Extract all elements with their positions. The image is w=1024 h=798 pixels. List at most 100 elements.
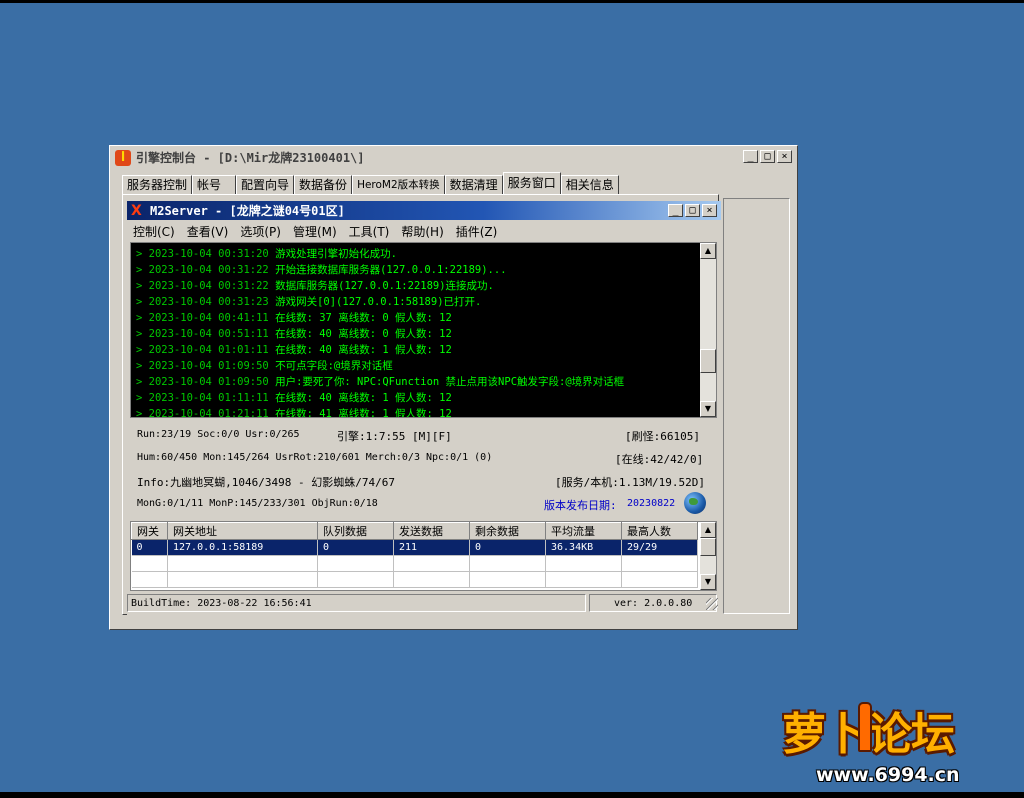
refresh-monster-stat: [刷怪:66105] bbox=[625, 430, 700, 443]
version-panel: ver: 2.0.0.80 bbox=[589, 594, 717, 612]
m2-minimize-button[interactable]: _ bbox=[668, 204, 683, 217]
col-send-data[interactable]: 发送数据 bbox=[393, 522, 470, 540]
buildtime-panel: BuildTime: 2023-08-22 16:56:41 bbox=[127, 594, 586, 612]
log-message: 开始连接数据库服务器(127.0.0.1:22189)... bbox=[275, 264, 507, 276]
minimize-button[interactable]: _ bbox=[743, 150, 758, 163]
col-max-users[interactable]: 最高人数 bbox=[621, 522, 698, 540]
hum-stat: Hum:60/450 Mon:145/264 UsrRot:210/601 Me… bbox=[137, 452, 493, 463]
stats-panel: Run:23/19 Soc:0/0 Usr:0/265 引擎:1:7:55 [M… bbox=[127, 419, 721, 519]
close-button[interactable]: × bbox=[777, 150, 792, 163]
cell-queue: 0 bbox=[317, 539, 394, 556]
desktop-bottom-bar bbox=[0, 792, 1024, 798]
menu-plugins[interactable]: 插件(Z) bbox=[450, 223, 504, 240]
globe-icon bbox=[684, 492, 706, 514]
mong-stat: MonG:0/1/11 MonP:145/233/301 ObjRun:0/18 bbox=[137, 498, 378, 509]
menu-tools[interactable]: 工具(T) bbox=[343, 223, 396, 240]
table-scrollbar[interactable]: ▲ ▼ bbox=[700, 522, 716, 590]
watermark-logo: 萝卜论坛 www.6994.cn bbox=[772, 694, 1012, 790]
table-scroll-down[interactable]: ▼ bbox=[700, 574, 716, 590]
log-line: > 2023-10-04 00:31:22 数据库服务器(127.0.0.1:2… bbox=[136, 278, 696, 294]
col-avg-traffic[interactable]: 平均流量 bbox=[545, 522, 622, 540]
gateway-table[interactable]: 网关 网关地址 队列数据 发送数据 剩余数据 平均流量 最高人数 0 127.0… bbox=[130, 521, 717, 591]
log-timestamp: > 2023-10-04 00:31:23 bbox=[136, 296, 269, 308]
cell-address: 127.0.0.1:58189 bbox=[167, 539, 318, 556]
log-message: 游戏网关[0](127.0.0.1:58189)已打开. bbox=[275, 296, 482, 308]
log-timestamp: > 2023-10-04 01:11:11 bbox=[136, 392, 269, 404]
log-message: 在线数: 40 离线数: 1 假人数: 12 bbox=[275, 344, 452, 356]
statusbar: BuildTime: 2023-08-22 16:56:41 ver: 2.0.… bbox=[127, 594, 721, 613]
app-icon: ꟾ bbox=[115, 149, 131, 166]
log-timestamp: > 2023-10-04 00:41:11 bbox=[136, 312, 269, 324]
log-message: 在线数: 37 离线数: 0 假人数: 12 bbox=[275, 312, 452, 324]
side-panel bbox=[723, 198, 790, 614]
scroll-up-button[interactable]: ▲ bbox=[700, 243, 716, 259]
log-message: 在线数: 40 离线数: 1 假人数: 12 bbox=[275, 392, 452, 404]
table-scroll-up[interactable]: ▲ bbox=[700, 522, 716, 538]
menu-manage[interactable]: 管理(M) bbox=[287, 223, 343, 240]
log-scrollbar[interactable]: ▲ ▼ bbox=[700, 243, 716, 417]
maximize-button[interactable]: □ bbox=[760, 150, 775, 163]
log-timestamp: > 2023-10-04 00:51:11 bbox=[136, 328, 269, 340]
log-console[interactable]: > 2023-10-04 00:31:20 游戏处理引擎初始化成功. > 2023… bbox=[130, 242, 717, 418]
info-stat: Info:九幽地冥蝴,1046/3498 - 幻影蜘蛛/74/67 bbox=[137, 476, 395, 489]
log-line: > 2023-10-04 00:41:11 在线数: 37 离线数: 0 假人数… bbox=[136, 310, 696, 326]
col-gateway-address[interactable]: 网关地址 bbox=[167, 522, 318, 540]
tab-strip: 服务器控制 帐号 配置向导 数据备份 HeroM2版本转换 数据清理 服务窗口 … bbox=[122, 172, 619, 194]
m2-maximize-button[interactable]: □ bbox=[685, 204, 700, 217]
resize-grip[interactable] bbox=[706, 598, 718, 610]
menubar: 控制(C) 查看(V) 选项(P) 管理(M) 工具(T) 帮助(H) 插件(Z… bbox=[127, 221, 721, 241]
m2server-titlebar[interactable]: X M2Server - [龙牌之谜04号01区] _ □ × bbox=[127, 201, 721, 220]
release-date: 20230822 bbox=[627, 498, 676, 509]
m2server-title: M2Server - [龙牌之谜04号01区] bbox=[150, 204, 345, 218]
engine-console-title: 引擎控制台 - [D:\Mir龙牌23100401\] bbox=[136, 151, 365, 165]
engine-console-titlebar[interactable]: ꟾ 引擎控制台 - [D:\Mir龙牌23100401\] _ □ × bbox=[113, 148, 794, 167]
log-message: 用户:要死了你: NPC:QFunction 禁止点用该NPC触发字段:@境界对… bbox=[275, 376, 625, 388]
log-timestamp: > 2023-10-04 00:31:22 bbox=[136, 264, 269, 276]
tab-herom2-convert[interactable]: HeroM2版本转换 bbox=[352, 175, 445, 194]
col-remaining-data[interactable]: 剩余数据 bbox=[469, 522, 546, 540]
tab-service-window[interactable]: 服务窗口 bbox=[502, 172, 561, 194]
log-line: > 2023-10-04 01:11:11 在线数: 40 离线数: 1 假人数… bbox=[136, 390, 696, 406]
tab-related-info[interactable]: 相关信息 bbox=[560, 175, 619, 194]
desktop-top-bar bbox=[0, 0, 1024, 3]
cell-send: 211 bbox=[393, 539, 470, 556]
log-timestamp: > 2023-10-04 01:09:50 bbox=[136, 360, 269, 372]
m2-close-button[interactable]: × bbox=[702, 204, 717, 217]
log-line: > 2023-10-04 00:51:11 在线数: 40 离线数: 0 假人数… bbox=[136, 326, 696, 342]
cell-remaining: 0 bbox=[469, 539, 546, 556]
log-line: > 2023-10-04 01:01:11 在线数: 40 离线数: 1 假人数… bbox=[136, 342, 696, 358]
log-line: > 2023-10-04 00:31:20 游戏处理引擎初始化成功. bbox=[136, 246, 696, 262]
col-gateway[interactable]: 网关 bbox=[131, 522, 168, 540]
log-timestamp: > 2023-10-04 01:09:50 bbox=[136, 376, 269, 388]
carrot-icon bbox=[858, 702, 872, 752]
tab-server-control[interactable]: 服务器控制 bbox=[122, 175, 193, 194]
log-line: > 2023-10-04 00:31:23 游戏网关[0](127.0.0.1:… bbox=[136, 294, 696, 310]
log-message: 不可点字段:@境界对话框 bbox=[275, 360, 393, 372]
tab-config-wizard[interactable]: 配置向导 bbox=[236, 175, 295, 194]
table-row-empty bbox=[131, 555, 698, 572]
log-message: 在线数: 41 离线数: 1 假人数: 12 bbox=[275, 408, 452, 418]
table-row[interactable]: 0 127.0.0.1:58189 0 211 0 36.34KB 29/29 bbox=[131, 539, 698, 556]
scroll-thumb[interactable] bbox=[700, 349, 716, 373]
online-stat: [在线:42/42/0] bbox=[615, 453, 704, 466]
cell-max: 29/29 bbox=[621, 539, 698, 556]
cell-avg: 36.34KB bbox=[545, 539, 622, 556]
log-message: 数据库服务器(127.0.0.1:22189)连接成功. bbox=[275, 280, 494, 292]
col-queue-data[interactable]: 队列数据 bbox=[317, 522, 394, 540]
tab-data-cleanup[interactable]: 数据清理 bbox=[444, 175, 503, 194]
menu-view[interactable]: 查看(V) bbox=[181, 223, 235, 240]
tab-data-backup[interactable]: 数据备份 bbox=[294, 175, 353, 194]
log-line: > 2023-10-04 01:21:11 在线数: 41 离线数: 1 假人数… bbox=[136, 406, 696, 418]
log-lines: > 2023-10-04 00:31:20 游戏处理引擎初始化成功. > 2023… bbox=[136, 246, 696, 418]
menu-control[interactable]: 控制(C) bbox=[127, 223, 181, 240]
scroll-down-button[interactable]: ▼ bbox=[700, 401, 716, 417]
watermark-url: www.6994.cn bbox=[816, 764, 960, 786]
table-row-empty bbox=[131, 571, 698, 588]
table-scroll-thumb[interactable] bbox=[700, 538, 716, 556]
engine-stat: 引擎:1:7:55 [M][F] bbox=[337, 430, 452, 443]
release-label: 版本发布日期: bbox=[544, 499, 617, 512]
menu-help[interactable]: 帮助(H) bbox=[395, 223, 449, 240]
menu-options[interactable]: 选项(P) bbox=[234, 223, 287, 240]
tab-account[interactable]: 帐号 bbox=[192, 175, 237, 194]
m2server-window: X M2Server - [龙牌之谜04号01区] _ □ × 控制(C) 查看… bbox=[127, 201, 721, 618]
